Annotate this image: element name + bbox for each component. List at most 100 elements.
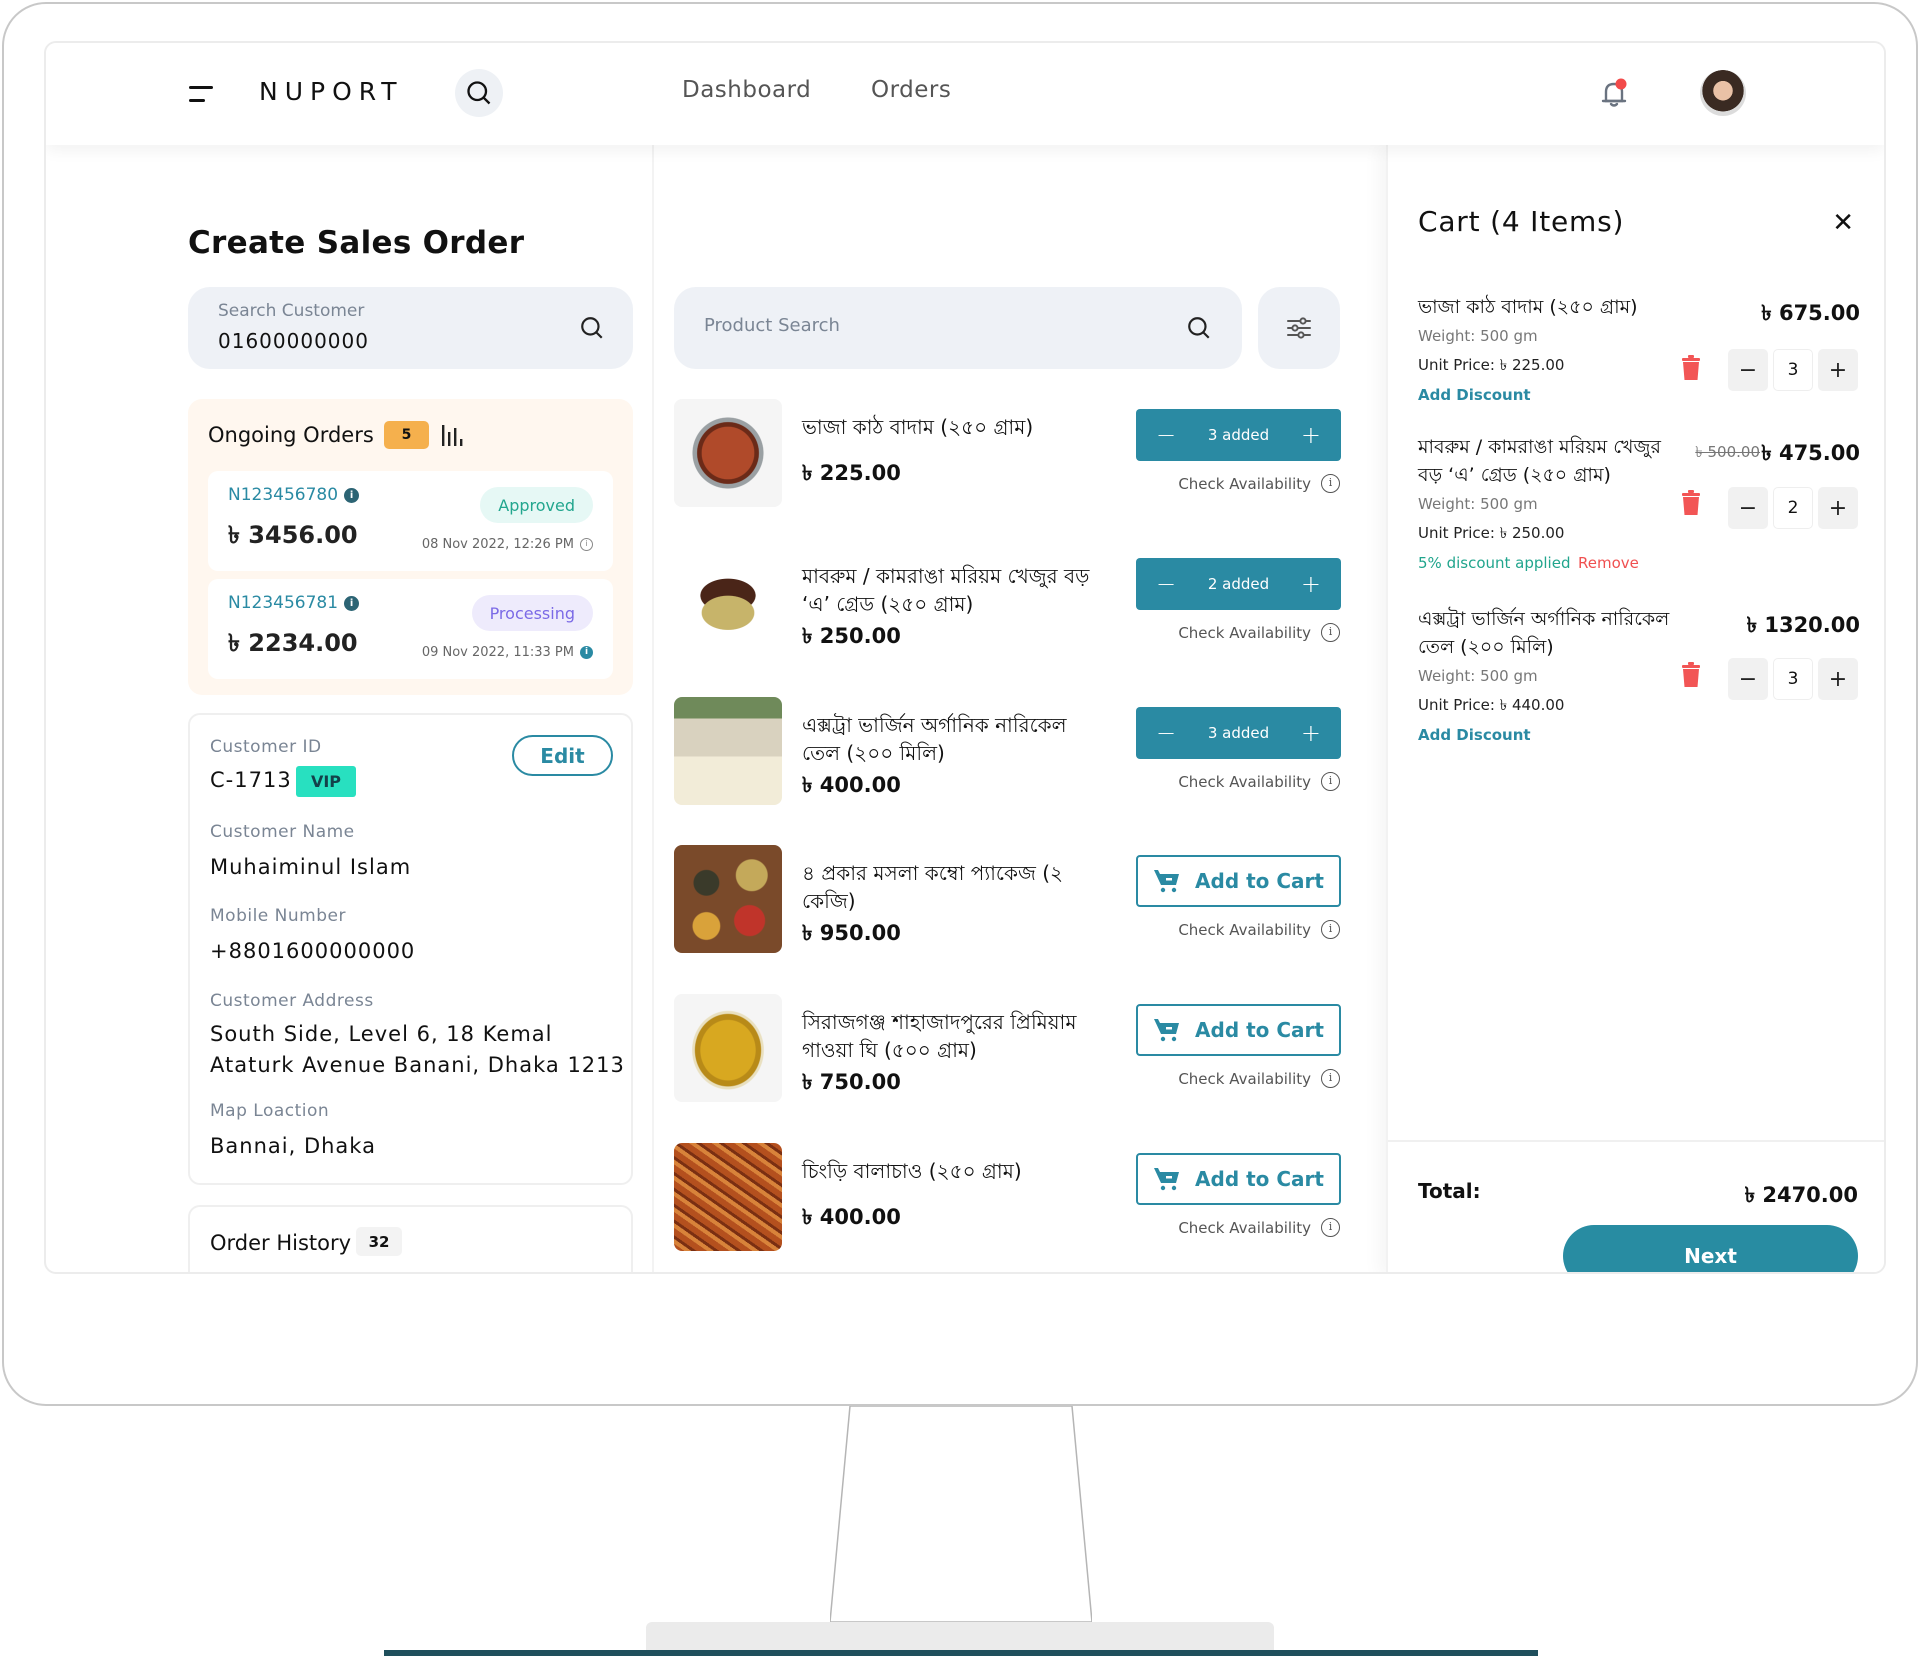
- check-availability-link[interactable]: Check Availability i: [1178, 772, 1340, 791]
- ongoing-order-card[interactable]: N123456781 i ৳ 2234.00 Processing 09 Nov …: [208, 579, 613, 679]
- cart-item-weight: Weight: 500 gm: [1418, 667, 1538, 685]
- add-to-cart-button[interactable]: Add to Cart: [1136, 1004, 1341, 1056]
- cart-icon: [1154, 870, 1180, 893]
- quantity-value[interactable]: 3: [1773, 658, 1813, 700]
- search-icon[interactable]: [579, 315, 605, 341]
- added-count: 3 added: [1207, 724, 1270, 742]
- cart-item-unit-price: Unit Price: ৳ 440.00: [1418, 696, 1565, 714]
- menu-icon[interactable]: [189, 84, 213, 104]
- increase-button[interactable]: +: [1299, 421, 1323, 449]
- cart-item-name: ভাজা কাঠ বাদাম (২৫০ গ্রাম): [1418, 296, 1638, 318]
- increase-button[interactable]: +: [1818, 349, 1858, 391]
- mobile-number: +8801600000000: [210, 939, 416, 963]
- product-name: সিরাজগঞ্জ শাহাজাদপুরের প্রিমিয়াম গাওয়া…: [802, 1010, 1077, 1062]
- cart-panel: Cart (4 Items) ✕ ভাজা কাঠ বাদাম (২৫০ গ্র…: [1386, 145, 1884, 1272]
- trash-icon[interactable]: [1680, 662, 1702, 688]
- close-cart-button[interactable]: ✕: [1832, 207, 1854, 238]
- order-id-link[interactable]: N123456780 i: [228, 485, 360, 505]
- trash-icon[interactable]: [1680, 355, 1702, 381]
- trash-icon[interactable]: [1680, 490, 1702, 516]
- cart-item-unit-price: Unit Price: ৳ 250.00: [1418, 524, 1565, 542]
- app-screen: NUPORT Dashboard Orders Create Sales Ord…: [44, 41, 1886, 1274]
- product-search-input[interactable]: [704, 315, 1124, 336]
- product-price: ৳ 250.00: [802, 624, 901, 648]
- quantity-stepper[interactable]: − 3 +: [1728, 658, 1860, 700]
- add-to-cart-button[interactable]: Add to Cart: [1136, 1153, 1341, 1205]
- user-avatar[interactable]: [1700, 70, 1746, 116]
- customer-search-input[interactable]: [218, 329, 518, 353]
- cart-icon: [1154, 1168, 1180, 1191]
- check-availability-link[interactable]: Check Availability i: [1178, 920, 1340, 939]
- remove-discount-link[interactable]: Remove: [1578, 554, 1639, 572]
- quantity-stepper[interactable]: − 2 added +: [1136, 558, 1341, 610]
- increase-button[interactable]: +: [1818, 658, 1858, 700]
- nav-dashboard[interactable]: Dashboard: [682, 77, 811, 103]
- global-search-button[interactable]: [455, 69, 503, 117]
- decrease-button[interactable]: −: [1728, 487, 1768, 529]
- customer-search-field[interactable]: Search Customer: [188, 287, 633, 369]
- product-price: ৳ 950.00: [802, 921, 901, 945]
- edit-customer-button[interactable]: Edit: [512, 735, 613, 776]
- product-price: ৳ 225.00: [802, 461, 901, 485]
- ongoing-order-card[interactable]: N123456780 i ৳ 3456.00 Approved 08 Nov 20…: [208, 471, 613, 571]
- increase-button[interactable]: +: [1299, 570, 1323, 598]
- product-image: [674, 697, 782, 805]
- quantity-value[interactable]: 2: [1773, 487, 1813, 529]
- next-button[interactable]: Next: [1563, 1225, 1858, 1272]
- order-id-link[interactable]: N123456781 i: [228, 593, 360, 613]
- info-icon[interactable]: i: [344, 595, 360, 611]
- notification-dot: [1615, 78, 1627, 90]
- page-title: Create Sales Order: [188, 225, 525, 261]
- cart-title: Cart (4 Items): [1418, 205, 1625, 238]
- decrease-button[interactable]: −: [1728, 349, 1768, 391]
- decrease-button[interactable]: −: [1154, 719, 1178, 747]
- increase-button[interactable]: +: [1818, 487, 1858, 529]
- check-availability-link[interactable]: Check Availability i: [1178, 1069, 1340, 1088]
- app-logo[interactable]: NUPORT: [259, 77, 404, 106]
- info-icon[interactable]: i: [344, 487, 360, 503]
- info-icon[interactable]: i: [580, 538, 593, 551]
- notification-button[interactable]: [1596, 75, 1632, 111]
- top-header: NUPORT Dashboard Orders: [46, 43, 1884, 145]
- quantity-stepper[interactable]: − 3 added +: [1136, 409, 1341, 461]
- customer-address-label: Customer Address: [210, 991, 374, 1011]
- check-availability-link[interactable]: Check Availability i: [1178, 623, 1340, 642]
- quantity-stepper[interactable]: − 2 +: [1728, 487, 1860, 529]
- add-discount-link[interactable]: Add Discount: [1418, 726, 1531, 744]
- product-column: ভাজা কাঠ বাদাম (২৫০ গ্রাম) ৳ 225.00 − 3 a…: [674, 145, 1384, 1272]
- customer-id-label: Customer ID: [210, 737, 322, 757]
- quantity-stepper[interactable]: − 3 +: [1728, 349, 1860, 391]
- decrease-button[interactable]: −: [1728, 658, 1768, 700]
- product-name: চিংড়ি বালাচাও (২৫০ গ্রাম): [802, 1159, 1022, 1183]
- customer-address-line1: South Side, Level 6, 18 Kemal: [210, 1022, 553, 1046]
- decrease-button[interactable]: −: [1154, 570, 1178, 598]
- product-price: ৳ 400.00: [802, 1205, 901, 1229]
- product-search-field[interactable]: [674, 287, 1242, 369]
- ongoing-orders-title: Ongoing Orders: [208, 423, 374, 447]
- map-location: Bannai, Dhaka: [210, 1134, 376, 1158]
- order-history-title: Order History: [210, 1231, 352, 1255]
- info-icon[interactable]: i: [580, 646, 593, 659]
- add-discount-link[interactable]: Add Discount: [1418, 386, 1531, 404]
- nav-orders[interactable]: Orders: [871, 77, 951, 103]
- product-price: ৳ 750.00: [802, 1070, 901, 1094]
- info-icon: i: [1321, 623, 1340, 642]
- add-to-cart-button[interactable]: Add to Cart: [1136, 855, 1341, 907]
- search-icon[interactable]: [1186, 315, 1212, 341]
- quantity-stepper[interactable]: − 3 added +: [1136, 707, 1341, 759]
- bell-icon: [1601, 78, 1627, 107]
- bar-chart-icon[interactable]: [440, 422, 466, 448]
- product-row: চিংড়ি বালাচাও (২৫০ গ্রাম) ৳ 400.00 Add …: [674, 1143, 1341, 1251]
- decrease-button[interactable]: −: [1154, 421, 1178, 449]
- filter-button[interactable]: [1258, 287, 1340, 369]
- check-availability-link[interactable]: Check Availability i: [1178, 1218, 1340, 1237]
- info-icon: i: [1321, 920, 1340, 939]
- monitor-stand: [830, 1406, 1092, 1622]
- increase-button[interactable]: +: [1299, 719, 1323, 747]
- check-availability-link[interactable]: Check Availability i: [1178, 474, 1340, 493]
- close-icon: ✕: [1832, 207, 1854, 237]
- customer-address-line2: Ataturk Avenue Banani, Dhaka 1213: [210, 1053, 625, 1077]
- product-name: ৪ প্রকার মসলা কম্বো প্যাকেজ (২ কেজি): [802, 861, 1064, 913]
- product-name: ভাজা কাঠ বাদাম (২৫০ গ্রাম): [802, 415, 1034, 439]
- quantity-value[interactable]: 3: [1773, 349, 1813, 391]
